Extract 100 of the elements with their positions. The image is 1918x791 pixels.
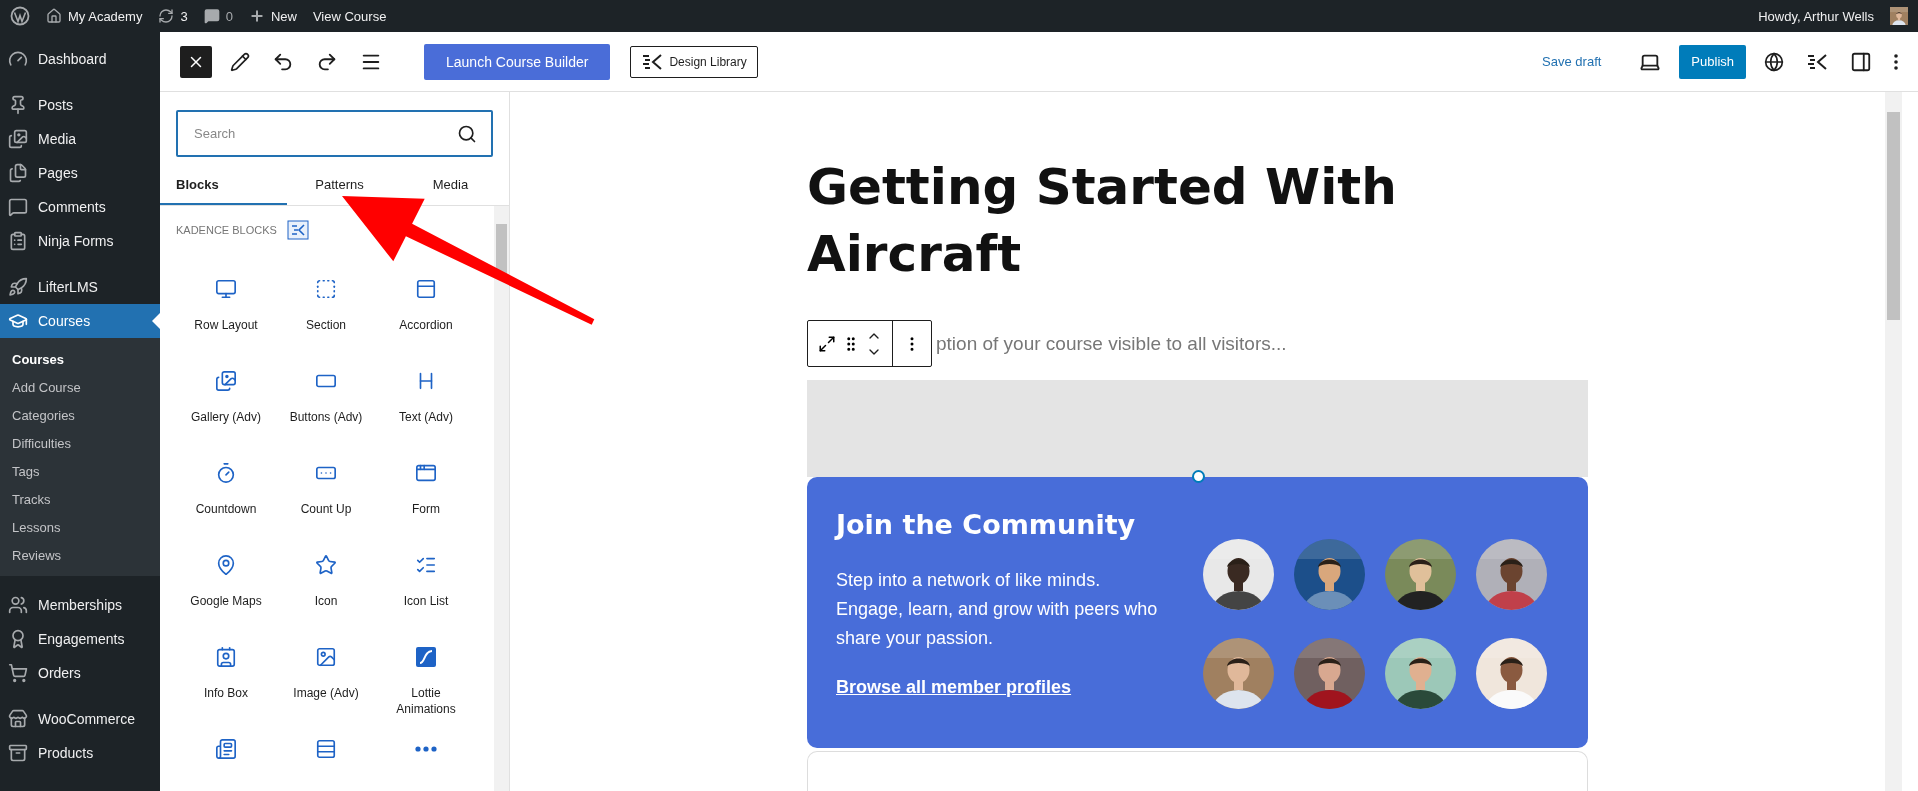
card-text: Step into a network of like minds. Engage, learn, and grow with peers who share your passion. xyxy=(836,568,1159,650)
block-item[interactable]: Icon xyxy=(276,550,376,632)
timer-icon xyxy=(215,462,237,484)
launch-course-builder-button[interactable]: Launch Course Builder xyxy=(424,43,611,80)
search-input[interactable]: Search xyxy=(192,112,457,155)
block-item[interactable]: Form xyxy=(376,458,476,540)
block-item[interactable]: Gallery (Adv) xyxy=(176,366,276,448)
close-button[interactable] xyxy=(180,45,212,78)
lines-chevron-icon xyxy=(641,52,664,71)
contact-card-icon xyxy=(215,646,237,668)
menu-item[interactable]: Dashboard xyxy=(0,42,160,76)
excerpt-placeholder[interactable]: ption of your course visible to all visitors... xyxy=(936,332,1287,355)
screen-icon xyxy=(215,278,237,300)
menu-item[interactable]: Media xyxy=(0,122,160,156)
view-course-link[interactable]: View Course xyxy=(312,8,387,24)
panel-icon xyxy=(1850,50,1872,73)
publish-button[interactable]: Publish xyxy=(1679,44,1746,79)
pin-icon xyxy=(8,95,28,115)
image-icon xyxy=(315,646,337,668)
menu-item[interactable]: LifterLMS xyxy=(0,270,160,304)
submenu-item[interactable]: Tags xyxy=(0,457,160,485)
new-link[interactable]: New xyxy=(248,8,297,24)
design-library-button[interactable]: Design Library xyxy=(630,45,758,78)
block-item[interactable]: Accordion xyxy=(376,274,476,356)
menu-item[interactable]: Comments xyxy=(0,190,160,224)
globe-icon xyxy=(1764,51,1784,72)
menu-item[interactable]: Products xyxy=(0,736,160,770)
search-icon xyxy=(457,123,477,144)
tab[interactable]: Blocks xyxy=(160,163,287,205)
block-item[interactable]: Count Up xyxy=(276,458,376,540)
pages-icon xyxy=(8,163,28,183)
lines-chevron-icon xyxy=(1806,52,1828,71)
tab[interactable]: Patterns xyxy=(287,163,398,205)
lines-chevron-icon xyxy=(286,220,309,240)
submenu-item[interactable]: Lessons xyxy=(0,513,160,541)
form-icon xyxy=(8,231,28,251)
block-item[interactable]: Info Box xyxy=(176,642,276,724)
home-icon xyxy=(46,8,62,24)
section-title: KADENCE BLOCKS xyxy=(176,224,277,236)
logo-icon[interactable] xyxy=(10,6,30,26)
scrollbar[interactable] xyxy=(494,206,509,791)
scrollbar[interactable] xyxy=(1885,92,1902,791)
block-item[interactable]: Countdown xyxy=(176,458,276,540)
menu-item[interactable]: Memberships xyxy=(0,588,160,622)
ellipsis-icon xyxy=(415,746,437,752)
menu-item[interactable]: Pages xyxy=(0,156,160,190)
images-icon xyxy=(215,370,237,392)
map-pin-icon xyxy=(215,554,237,576)
dashed-square-icon xyxy=(315,278,337,300)
block-toolbar[interactable] xyxy=(807,320,932,367)
window-icon xyxy=(415,462,437,484)
save-draft-link[interactable]: Save draft xyxy=(1536,53,1608,70)
menu-item[interactable]: Orders xyxy=(0,656,160,690)
archive-icon xyxy=(8,743,28,763)
more-icon xyxy=(1894,53,1898,70)
rocket-icon xyxy=(8,277,28,297)
store-icon xyxy=(8,709,28,729)
submenu-item[interactable]: Categories xyxy=(0,401,160,429)
block-item[interactable]: Buttons (Adv) xyxy=(276,366,376,448)
curve-icon xyxy=(415,646,437,668)
block-item[interactable]: Google Maps xyxy=(176,550,276,632)
newspaper-icon xyxy=(215,738,237,760)
profiles-link[interactable]: Browse all member profiles xyxy=(836,676,1163,698)
refresh-icon xyxy=(158,8,175,24)
pencil-icon xyxy=(230,51,250,72)
block-item[interactable]: Image (Adv) xyxy=(276,642,376,724)
menu-item[interactable]: WooCommerce xyxy=(0,702,160,736)
updates-link[interactable]: 3 xyxy=(158,8,188,24)
block-item[interactable]: Icon List xyxy=(376,550,476,632)
post-title[interactable]: Getting Started With Aircraft xyxy=(807,154,1588,288)
star-icon xyxy=(315,554,337,576)
submenu-item[interactable]: Reviews xyxy=(0,541,160,569)
greeting[interactable]: Howdy, Arthur Wells xyxy=(1758,8,1874,24)
rows-icon xyxy=(315,738,337,760)
graduation-cap-icon xyxy=(8,311,28,331)
plus-icon xyxy=(248,8,265,24)
menu-item[interactable]: Engagements xyxy=(0,622,160,656)
comments-link[interactable]: 0 xyxy=(203,8,233,24)
menu-item[interactable]: Posts xyxy=(0,88,160,122)
comment-icon xyxy=(8,197,28,217)
submenu-item[interactable]: Add Course xyxy=(0,373,160,401)
tab[interactable]: Media xyxy=(398,163,509,205)
card-heading: Join the Community xyxy=(836,508,1137,540)
media-icon xyxy=(8,129,28,149)
submenu-item[interactable]: Tracks xyxy=(0,485,160,513)
gauge-icon xyxy=(8,49,28,69)
block-item[interactable]: Lottie Animations xyxy=(376,642,476,724)
block-item[interactable]: Text (Adv) xyxy=(376,366,476,448)
submenu-item[interactable]: Difficulties xyxy=(0,429,160,457)
users-icon xyxy=(8,595,28,615)
expand-icon[interactable] xyxy=(818,334,836,353)
site-link[interactable]: My Academy xyxy=(46,8,143,24)
search-field[interactable]: Search xyxy=(176,110,493,157)
menu-item[interactable]: Ninja Forms xyxy=(0,224,160,258)
block-item[interactable]: Row Layout xyxy=(176,274,276,356)
panel-icon xyxy=(415,278,437,300)
submenu-item[interactable]: Courses xyxy=(0,345,160,373)
cart-icon xyxy=(8,663,28,683)
menu-item[interactable]: Courses xyxy=(0,304,160,338)
block-item[interactable]: Section xyxy=(276,274,376,356)
